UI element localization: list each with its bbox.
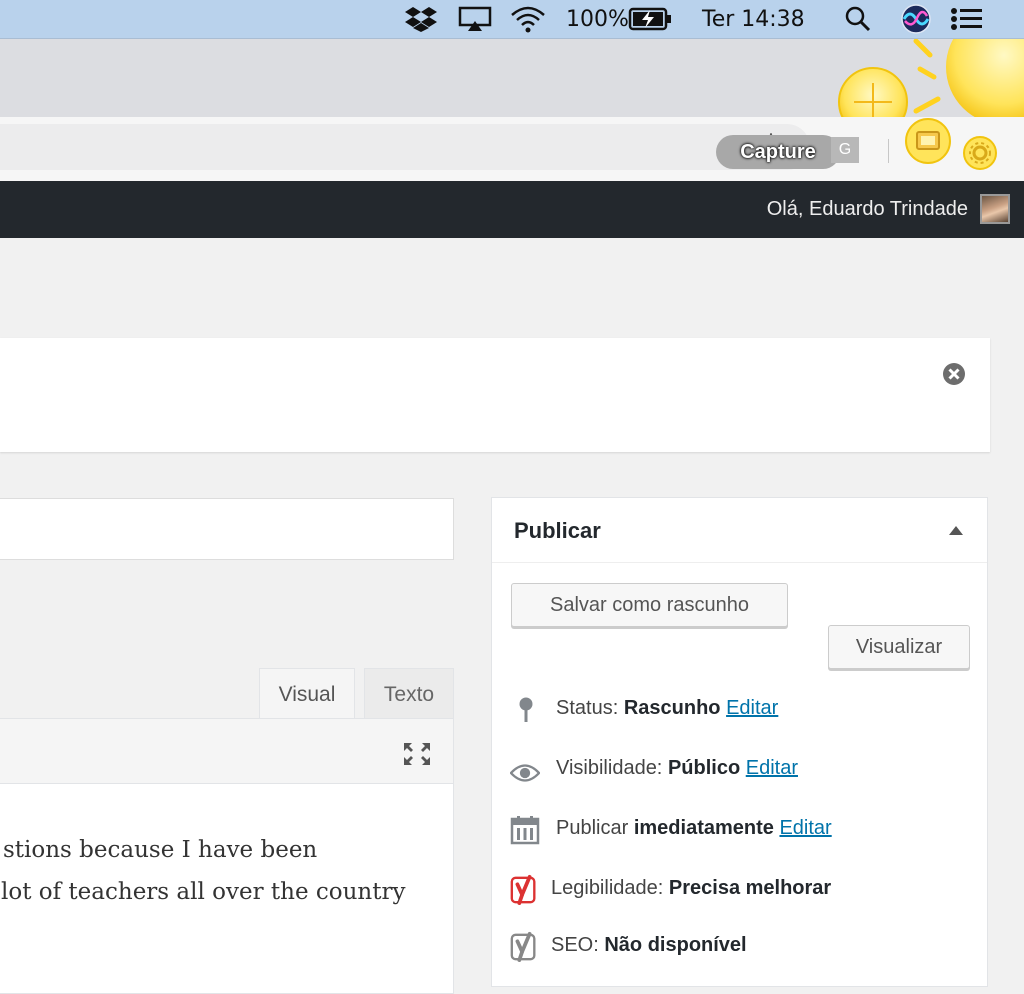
readability-value: Precisa melhorar [668, 877, 832, 899]
menu-bar: 100% Ter 14:38 [0, 0, 1024, 39]
editor-text-line: stions because I have been [3, 837, 318, 863]
tab-text[interactable]: Texto [364, 668, 454, 720]
publish-box-header[interactable]: Publicar [492, 498, 987, 563]
g-extension-badge[interactable]: G [831, 137, 859, 163]
edit-status-link[interactable]: Editar [726, 697, 778, 719]
clock[interactable]: Ter 14:38 [702, 0, 805, 38]
account-greeting[interactable]: Olá, Eduardo Trindade [767, 181, 968, 238]
photo-extension-icon[interactable] [904, 117, 952, 165]
readability-row: Legibilidade: Precisa melhorar [492, 873, 987, 913]
eye-icon [510, 758, 540, 788]
readability-label: Legibilidade: [551, 877, 664, 899]
admin-notice [0, 338, 990, 452]
save-draft-button[interactable]: Salvar como rascunho [511, 583, 788, 627]
visibility-value: Público [667, 757, 741, 779]
schedule-label: Publicar [556, 817, 629, 839]
avatar[interactable] [980, 194, 1010, 224]
schedule-row: Publicar imediatamente Editar [492, 813, 987, 853]
editor-content[interactable]: stions because I have been lot of teache… [0, 784, 454, 994]
edit-visibility-link[interactable]: Editar [746, 757, 798, 779]
toolbar-separator [888, 139, 889, 163]
fullscreen-icon[interactable] [402, 741, 432, 767]
battery-charging-icon[interactable] [628, 0, 672, 38]
airplay-icon[interactable] [458, 0, 492, 38]
address-bar[interactable] [0, 124, 810, 170]
wifi-icon[interactable] [510, 0, 546, 38]
pin-icon [511, 695, 541, 725]
capture-button[interactable]: Capture [716, 135, 840, 169]
seo-label: SEO: [551, 934, 599, 956]
post-title-input[interactable] [0, 498, 454, 560]
seo-row: SEO: Não disponível [492, 930, 987, 970]
notification-center-icon[interactable] [950, 0, 984, 38]
settings-extension-icon[interactable] [962, 135, 998, 171]
dismiss-notice-icon[interactable] [942, 362, 966, 386]
browser-toolbar: Capture G [0, 117, 1024, 182]
schedule-value: imediatamente [633, 817, 774, 839]
wp-admin-bar: Olá, Eduardo Trindade [0, 181, 1024, 238]
yoast-seo-icon [509, 932, 539, 962]
battery-percentage: 100% [566, 6, 629, 32]
editor-toolbar [0, 718, 454, 784]
editor-text-line: lot of teachers all over the country [1, 879, 406, 905]
spotlight-search-icon[interactable] [844, 0, 872, 38]
tab-visual[interactable]: Visual [259, 668, 355, 720]
status-row: Status: Rascunho Editar [492, 693, 987, 733]
collapse-toggle-icon[interactable] [949, 526, 963, 535]
status-label: Status: [556, 697, 619, 719]
seo-value: Não disponível [604, 934, 747, 956]
yoast-readability-icon [509, 875, 539, 905]
status-value: Rascunho [623, 697, 721, 719]
dropbox-icon[interactable] [404, 0, 438, 38]
siri-icon[interactable] [900, 0, 932, 38]
visibility-label: Visibilidade: [556, 757, 663, 779]
visibility-row: Visibilidade: Público Editar [492, 753, 987, 793]
calendar-icon [510, 815, 540, 845]
publish-box-title: Publicar [514, 518, 601, 543]
publish-box: Publicar Salvar como rascunho Visualizar… [491, 497, 988, 987]
preview-button[interactable]: Visualizar [828, 625, 970, 669]
edit-schedule-link[interactable]: Editar [779, 817, 831, 839]
